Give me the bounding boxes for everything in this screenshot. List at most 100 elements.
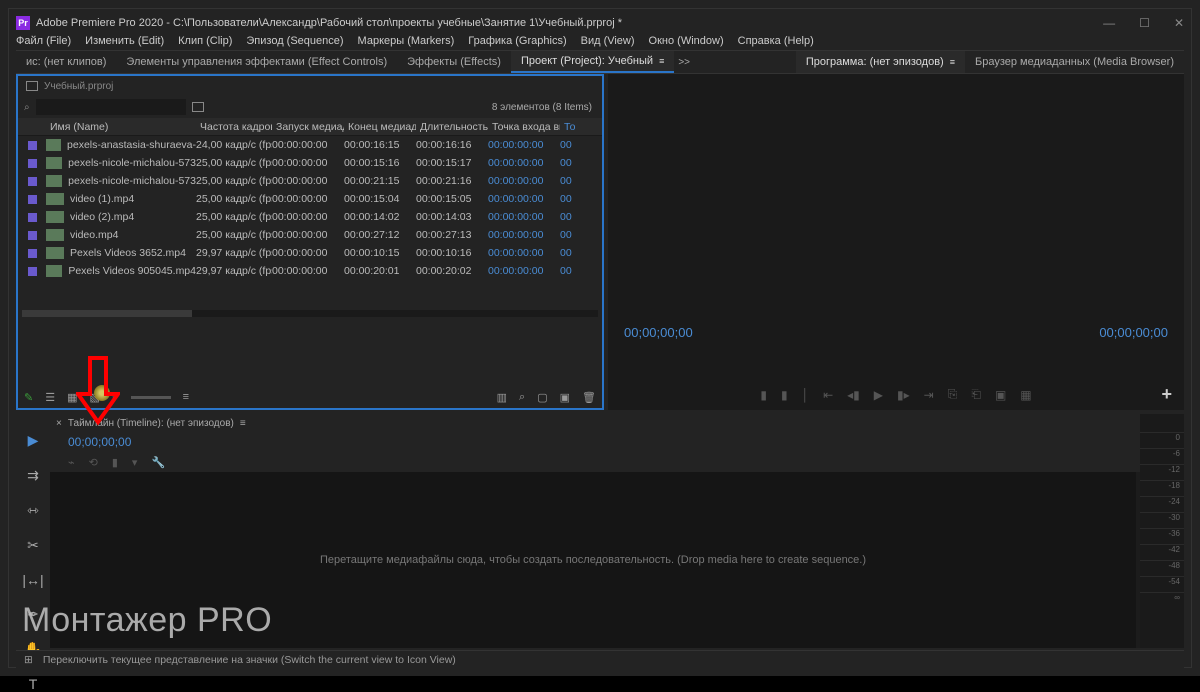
col-framerate[interactable]: Частота кадров (F [196,121,272,133]
play-icon[interactable]: ▶ [874,388,883,402]
table-row[interactable]: pexels-nicole-michalou-57325,00 кадр/с (… [18,172,602,190]
table-row[interactable]: video (2).mp425,00 кадр/с (fps)00:00:00:… [18,208,602,226]
tabs-overflow-icon[interactable]: >> [678,57,690,68]
label-color[interactable] [28,141,37,150]
project-scrollbar[interactable] [22,310,598,317]
new-bin-icon[interactable]: ▢ [537,391,547,404]
track-select-tool[interactable]: ⇉ [27,467,39,484]
col-media-start[interactable]: Запуск медиадан [272,121,344,133]
filter-bin-icon[interactable] [192,102,204,112]
menu-file[interactable]: Файл (File) [16,35,71,47]
clip-video-in[interactable]: 00:00:00:00 [488,247,560,259]
tab-project[interactable]: Проект (Project): Учебный≡ [511,51,674,73]
mark-out-icon[interactable]: ▮ [781,388,788,402]
tab-media-browser[interactable]: Браузер медиаданных (Media Browser) [965,51,1184,73]
menu-markers[interactable]: Маркеры (Markers) [358,35,455,47]
label-color[interactable] [28,159,37,168]
menu-help[interactable]: Справка (Help) [738,35,814,47]
lift-icon[interactable]: ⎘ [948,387,958,402]
sort-icon[interactable]: ≡ [183,391,189,403]
marker-icon[interactable]: │ [802,388,810,402]
label-color[interactable] [28,267,37,276]
mark-in-icon[interactable]: ▮ [760,388,767,402]
table-row[interactable]: pexels-nicole-michalou-57325,00 кадр/с (… [18,154,602,172]
label-color[interactable] [28,177,37,186]
tab-source[interactable]: ис: (нет клипов) [16,51,116,73]
clip-name[interactable]: video (2).mp4 [46,211,196,223]
automate-icon[interactable]: ▥ [497,391,507,404]
clip-to[interactable]: 00 [560,139,580,151]
tab-effect-controls[interactable]: Элементы управления эффектами (Effect Co… [116,51,397,73]
menu-edit[interactable]: Изменить (Edit) [85,35,164,47]
link-icon[interactable]: ⟲ [89,456,98,469]
clip-name[interactable]: pexels-nicole-michalou-573 [46,157,196,169]
step-back-icon[interactable]: ◂▮ [847,388,860,402]
minimize-button[interactable]: — [1103,16,1115,30]
tab-effects[interactable]: Эффекты (Effects) [397,51,511,73]
clip-name[interactable]: pexels-nicole-michalou-573 [46,175,196,187]
col-media-end[interactable]: Конец медиаданн [344,121,416,133]
clip-name[interactable]: video (1).mp4 [46,193,196,205]
close-button[interactable]: ✕ [1174,16,1184,30]
go-in-icon[interactable]: ⇤ [823,388,833,402]
col-duration[interactable]: Длительность ме [416,121,488,133]
ripple-tool[interactable]: ⇿ [27,502,39,519]
clip-video-in[interactable]: 00:00:00:00 [488,229,560,241]
trash-icon[interactable]: 🗑 [582,391,596,404]
menu-clip[interactable]: Клип (Clip) [178,35,232,47]
search-input[interactable] [36,99,186,115]
clip-to[interactable]: 00 [560,265,580,277]
table-row[interactable]: Pexels Videos 905045.mp429,97 кадр/с (fp… [18,262,602,280]
table-row[interactable]: Pexels Videos 3652.mp429,97 кадр/с (fps)… [18,244,602,262]
clip-video-in[interactable]: 00:00:00:00 [488,211,560,223]
type-tool[interactable]: T [29,676,38,692]
snap-icon[interactable]: ⌁ [68,456,75,469]
label-color[interactable] [28,195,37,204]
clip-to[interactable]: 00 [560,247,580,259]
clip-to[interactable]: 00 [560,175,580,187]
find-icon[interactable]: ⌕ [519,391,525,404]
label-color[interactable] [28,231,37,240]
clip-to[interactable]: 00 [560,211,580,223]
menu-window[interactable]: Окно (Window) [649,35,724,47]
clip-video-in[interactable]: 00:00:00:00 [488,175,560,187]
step-fwd-icon[interactable]: ▮▸ [897,388,910,402]
label-color[interactable] [28,249,37,258]
wrench-icon[interactable]: 🔧 [151,456,165,469]
col-to[interactable]: То [560,121,580,133]
table-row[interactable]: pexels-anastasia-shuraeva-24,00 кадр/с (… [18,136,602,154]
new-item-button[interactable]: ▣ [560,391,570,404]
label-color[interactable] [28,213,37,222]
clip-name[interactable]: Pexels Videos 905045.mp4 [46,265,196,277]
compare-icon[interactable]: ▦ [1020,388,1031,402]
zoom-slider[interactable] [131,396,171,399]
clip-video-in[interactable]: 00:00:00:00 [488,139,560,151]
clip-name[interactable]: pexels-anastasia-shuraeva- [46,139,196,151]
clip-video-in[interactable]: 00:00:00:00 [488,193,560,205]
razor-tool[interactable]: ✂ [27,537,39,554]
button-editor-icon[interactable]: + [1161,384,1172,405]
clip-to[interactable]: 00 [560,229,580,241]
clip-video-in[interactable]: 00:00:00:00 [488,157,560,169]
menu-sequence[interactable]: Эпизод (Sequence) [246,35,343,47]
new-item-icon[interactable]: ✎ [24,391,33,404]
table-row[interactable]: video.mp425,00 кадр/с (fps)00:00:00:0000… [18,226,602,244]
list-view-icon[interactable]: ☰ [45,391,55,404]
table-row[interactable]: video (1).mp425,00 кадр/с (fps)00:00:00:… [18,190,602,208]
menu-view[interactable]: Вид (View) [581,35,635,47]
tab-program[interactable]: Программа: (нет эпизодов)≡ [796,51,965,73]
clip-to[interactable]: 00 [560,193,580,205]
clip-to[interactable]: 00 [560,157,580,169]
col-video-in[interactable]: Точка входа виде [488,121,560,133]
marker-add-icon[interactable]: ▮ [112,456,118,469]
menu-graphics[interactable]: Графика (Graphics) [468,35,566,47]
clip-name[interactable]: video.mp4 [46,229,196,241]
close-icon[interactable]: × [56,418,62,429]
maximize-button[interactable]: ☐ [1139,16,1150,30]
selection-tool[interactable]: ▶ [28,432,39,449]
settings-icon[interactable]: ▾ [132,456,138,469]
slip-tool[interactable]: |↔| [22,572,43,588]
go-out-icon[interactable]: ⇥ [924,388,934,402]
col-name[interactable]: Имя (Name) [46,121,196,133]
timeline-timecode[interactable]: 00;00;00;00 [50,432,1184,452]
